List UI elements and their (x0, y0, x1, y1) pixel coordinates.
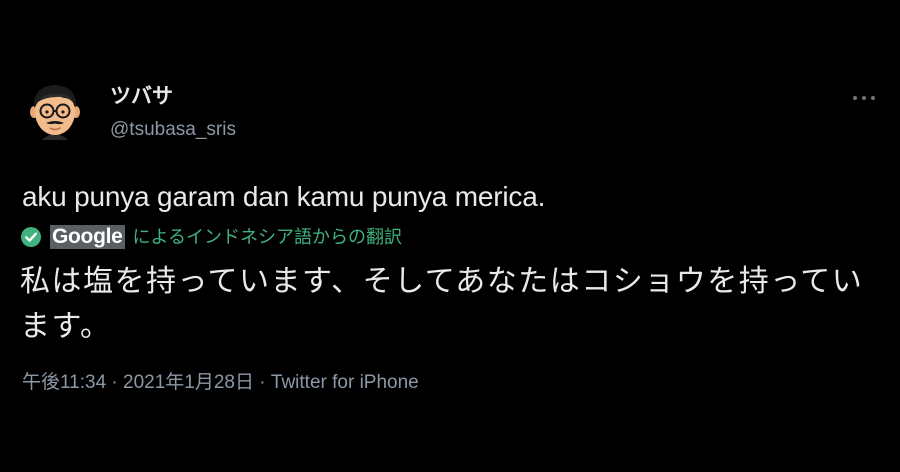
translation-attribution[interactable]: Google によるインドネシア語からの翻訳 (20, 223, 402, 251)
display-name[interactable]: ツバサ (110, 84, 173, 110)
tweet: ツバサ @tsubasa_sris aku punya garam dan ka… (0, 0, 900, 472)
translated-text: 私は塩を持っています、そしてあなたはコショウを持っています。 (20, 265, 864, 343)
more-horizontal-icon (853, 96, 857, 100)
user-handle[interactable]: @tsubasa_sris (110, 118, 236, 142)
tweet-date[interactable]: 2021年1月28日 (123, 372, 254, 393)
meta-separator: · (259, 372, 271, 393)
avatar[interactable] (24, 78, 86, 140)
tweet-time[interactable]: 午後11:34 (22, 372, 106, 393)
more-horizontal-icon-dot (862, 96, 866, 100)
tweet-source[interactable]: Twitter for iPhone (271, 372, 419, 393)
meta-separator: · (111, 372, 124, 393)
more-options-button[interactable] (846, 86, 882, 110)
more-horizontal-icon-dot (871, 96, 875, 100)
memoji-avatar-icon (30, 85, 80, 140)
tweet-metadata: 午後11:34 · 2021年1月28日 · Twitter for iPhon… (22, 371, 419, 395)
check-circle-icon (21, 227, 41, 247)
tweet-text: aku punya garam dan kamu punya merica. (22, 181, 546, 212)
translation-label: によるインドネシア語からの翻訳 (132, 227, 402, 247)
google-logo: Google (50, 225, 125, 249)
